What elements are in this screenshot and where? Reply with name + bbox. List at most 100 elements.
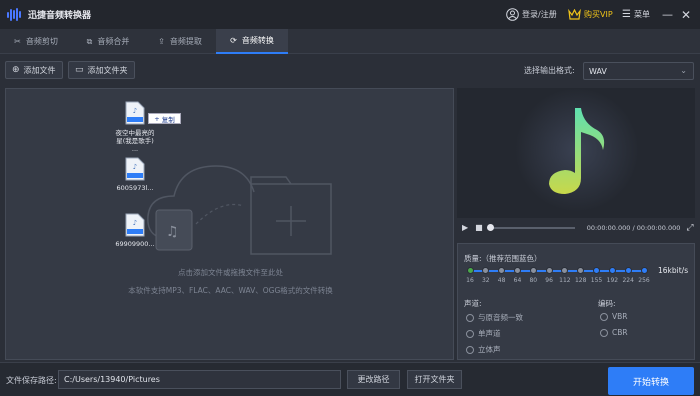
drop-hint: 点击添加文件或拖拽文件至此处 <box>178 268 283 277</box>
quality-tick-32[interactable] <box>482 267 490 274</box>
folder-icon: ▭ <box>75 65 84 75</box>
quality-tick-96[interactable] <box>545 267 553 274</box>
open-folder-label: 打开文件夹 <box>414 375 455 384</box>
radio-icon <box>466 313 474 322</box>
login-button[interactable]: 登录/注册 <box>506 0 557 29</box>
convert-icon: ⟳ <box>230 36 237 45</box>
app-title: 迅捷音频转换器 <box>28 11 92 21</box>
close-button[interactable]: ✕ <box>681 0 691 29</box>
radio-icon <box>600 328 608 337</box>
change-path-button[interactable]: 更改路径 <box>347 370 400 389</box>
quality-tick-16[interactable] <box>466 267 474 274</box>
change-path-label: 更改路径 <box>357 375 390 384</box>
extract-icon: ⇪ <box>158 37 165 46</box>
audio-file-icon[interactable]: ♪ <box>125 213 145 237</box>
plus-circle-icon: ⊕ <box>12 65 20 75</box>
music-note-artwork <box>515 88 639 212</box>
start-convert-button[interactable]: 开始转换 <box>608 367 694 395</box>
play-button[interactable]: ▶ <box>462 223 468 232</box>
tab-audio-merge[interactable]: ⧉ 音频合并 <box>72 29 144 54</box>
file-name: 夜空中最亮的 星(我是歌手) ... <box>112 129 158 153</box>
svg-text:♪: ♪ <box>133 107 137 115</box>
channel-option-mono[interactable]: 单声道 <box>466 328 501 339</box>
save-path-label: 文件保存路径: <box>6 376 57 385</box>
vip-label: 购买VIP <box>584 10 613 19</box>
encoding-label: 编码: <box>598 299 616 308</box>
quality-tick-80[interactable] <box>529 267 537 274</box>
file-drop-area[interactable]: ♫ ♪ 夜空中最亮的 星(我是歌手) ... ♪ 6005973l... ♪ 6… <box>5 88 454 360</box>
add-folder-label: 添加文件夹 <box>87 65 128 75</box>
quality-tick-256[interactable] <box>640 267 648 274</box>
player-controls: ▶ ■ 00:00:00.000 / 00:00:00.000 ⤢ <box>457 218 695 237</box>
quality-tick-155[interactable] <box>593 267 601 274</box>
format-value: WAV <box>589 66 607 76</box>
tab-audio-cut[interactable]: ✂ 音频剪切 <box>0 29 72 54</box>
svg-text:♪: ♪ <box>133 219 137 227</box>
preview-player <box>457 88 695 237</box>
bottom-bar: 文件保存路径: C:/Users/13940/Pictures 更改路径 打开文… <box>0 362 700 396</box>
chevron-down-icon: ⌄ <box>680 66 687 75</box>
save-path-input[interactable]: C:/Users/13940/Pictures <box>58 370 341 389</box>
quality-tick-128[interactable] <box>577 267 585 274</box>
radio-icon <box>600 312 608 321</box>
fullscreen-icon[interactable]: ⤢ <box>686 223 693 233</box>
support-hint: 本软件支持MP3、FLAC、AAC、WAV、OGG格式的文件转换 <box>128 286 333 295</box>
progress-track[interactable] <box>486 223 575 231</box>
menu-label: 菜单 <box>633 10 650 19</box>
stop-button[interactable]: ■ <box>475 223 483 232</box>
minimize-button[interactable]: — <box>662 0 673 29</box>
user-icon <box>506 8 519 21</box>
audio-file-icon[interactable]: ♪ <box>125 157 145 181</box>
app-logo-icon <box>7 8 23 22</box>
quality-tick-192[interactable] <box>608 267 616 274</box>
crown-icon <box>568 9 581 20</box>
radio-icon <box>466 329 474 338</box>
file-name-line: 星(我是歌手) <box>116 137 154 145</box>
tab-audio-extract[interactable]: ⇪ 音频提取 <box>144 29 216 54</box>
channel-label: 声道: <box>464 299 482 308</box>
open-folder-button[interactable]: 打开文件夹 <box>407 370 462 389</box>
encoding-option-cbr[interactable]: CBR <box>600 328 628 337</box>
svg-text:♪: ♪ <box>133 163 137 171</box>
tab-label: 音频转换 <box>241 36 274 45</box>
radio-icon <box>466 345 474 354</box>
quality-label: 质量:（推荐范围蓝色） <box>464 254 542 263</box>
channel-option-stereo[interactable]: 立体声 <box>466 344 501 355</box>
drag-copy-label: 复制 <box>161 115 175 124</box>
format-select[interactable]: WAV ⌄ <box>583 62 694 80</box>
file-name: 6005973l... <box>116 184 154 192</box>
radio-label: 立体声 <box>478 345 501 354</box>
output-settings-panel: 质量:（推荐范围蓝色） 16 32 48 64 80 96 112 128 155 192 224 2… <box>457 243 695 360</box>
login-label: 登录/注册 <box>522 10 557 19</box>
save-path-value: C:/Users/13940/Pictures <box>64 375 160 384</box>
add-file-button[interactable]: ⊕ 添加文件 <box>5 61 63 79</box>
tab-label: 音频提取 <box>169 37 202 46</box>
time-display: 00:00:00.000 / 00:00:00.000 <box>586 223 681 232</box>
quality-tick-224[interactable] <box>624 267 632 274</box>
quality-tick-112[interactable] <box>561 267 569 274</box>
svg-text:♫: ♫ <box>166 224 179 240</box>
radio-label: CBR <box>612 328 628 337</box>
quality-tick-64[interactable] <box>513 267 521 274</box>
tab-label: 音频合并 <box>97 37 130 46</box>
add-folder-button[interactable]: ▭ 添加文件夹 <box>68 61 135 79</box>
add-file-label: 添加文件 <box>23 65 56 75</box>
audio-file-icon[interactable]: ♪ <box>125 101 145 125</box>
vip-button[interactable]: 购买VIP <box>568 0 613 29</box>
progress-handle[interactable] <box>486 223 494 231</box>
menu-button[interactable]: ☰ 菜单 <box>622 0 650 29</box>
channel-option-original[interactable]: 与原音频一致 <box>466 312 523 323</box>
file-name-line: 夜空中最亮的 <box>115 129 155 137</box>
encoding-option-vbr[interactable]: VBR <box>600 312 628 321</box>
tab-bar: ✂ 音频剪切 ⧉ 音频合并 ⇪ 音频提取 ⟳ 音频转换 <box>0 29 700 54</box>
quality-tick-48[interactable] <box>498 267 506 274</box>
quality-slider[interactable]: 16 32 48 64 80 96 112 128 155 192 224 256 <box>466 266 650 284</box>
radio-label: VBR <box>612 312 628 321</box>
tab-audio-convert[interactable]: ⟳ 音频转换 <box>216 29 288 54</box>
merge-icon: ⧉ <box>86 36 93 46</box>
file-name-line: ... <box>131 145 139 153</box>
menu-icon: ☰ <box>622 9 631 20</box>
quality-tick-label: 256 <box>638 277 650 284</box>
scissors-icon: ✂ <box>14 37 21 46</box>
quality-slider-track <box>470 270 644 272</box>
